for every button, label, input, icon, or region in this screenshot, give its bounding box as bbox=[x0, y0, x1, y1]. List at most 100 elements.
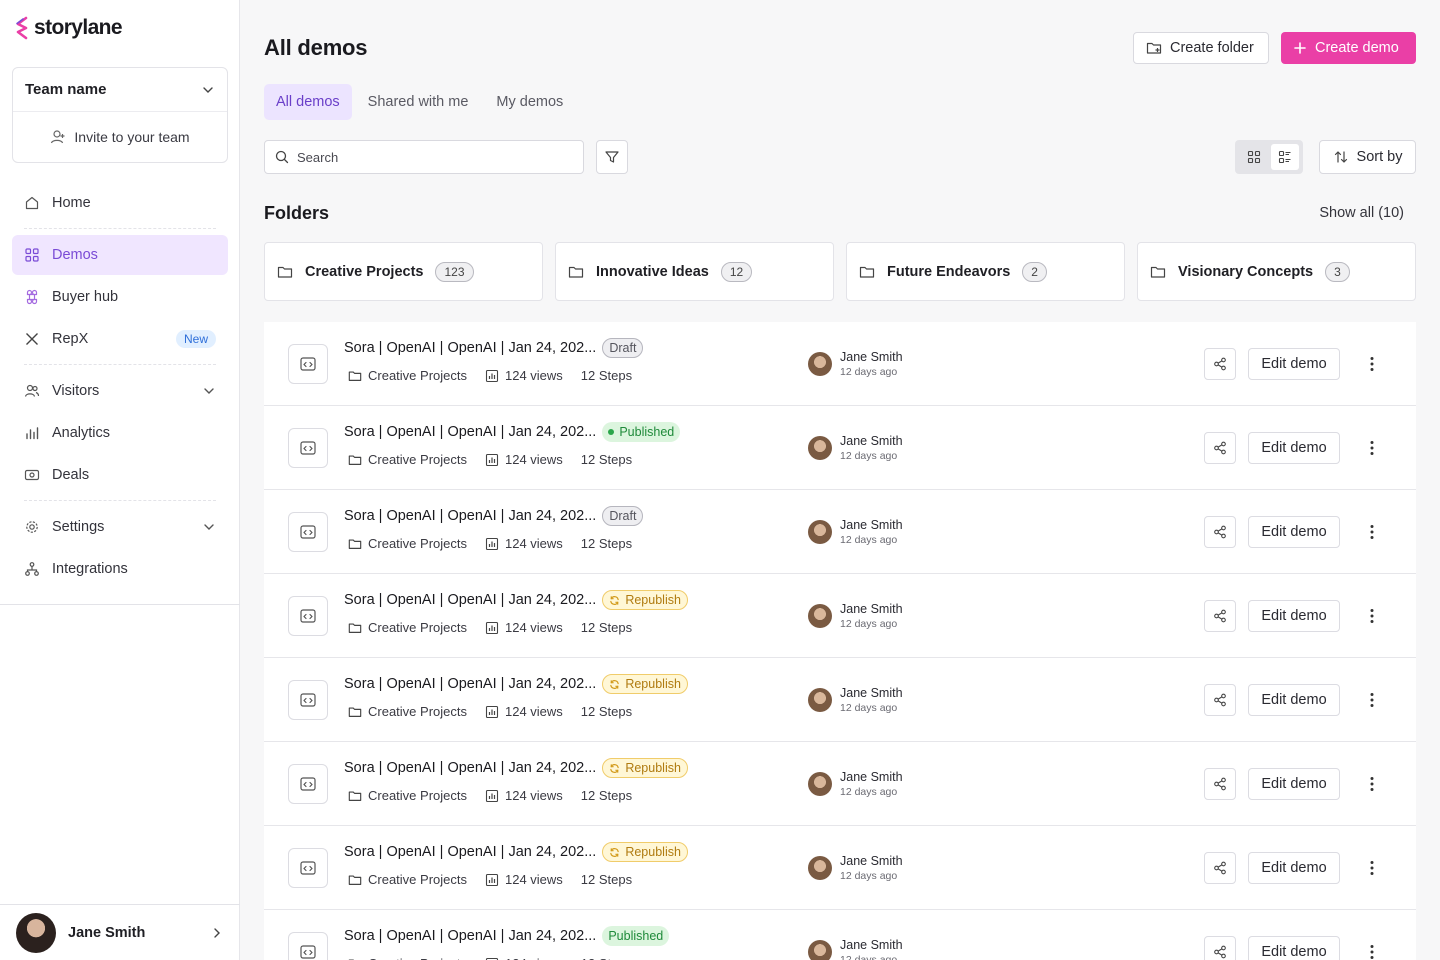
share-icon bbox=[1214, 525, 1226, 539]
demo-title[interactable]: Sora | OpenAI | OpenAI | Jan 24, 202... bbox=[344, 676, 596, 692]
sidebar-item-visitors[interactable]: Visitors bbox=[12, 371, 228, 411]
share-button[interactable] bbox=[1204, 348, 1236, 380]
demo-thumbnail[interactable] bbox=[288, 932, 328, 960]
demo-title[interactable]: Sora | OpenAI | OpenAI | Jan 24, 202... bbox=[344, 340, 596, 356]
avatar bbox=[808, 352, 832, 376]
sidebar-item-settings[interactable]: Settings bbox=[12, 507, 228, 547]
demo-title[interactable]: Sora | OpenAI | OpenAI | Jan 24, 202... bbox=[344, 928, 596, 944]
edit-demo-button[interactable]: Edit demo bbox=[1248, 936, 1340, 960]
demo-row[interactable]: Sora | OpenAI | OpenAI | Jan 24, 202... … bbox=[264, 322, 1416, 406]
folder-icon bbox=[277, 266, 293, 278]
more-options-button[interactable] bbox=[1360, 940, 1384, 960]
more-options-button[interactable] bbox=[1360, 688, 1384, 712]
demo-row[interactable]: Sora | OpenAI | OpenAI | Jan 24, 202... … bbox=[264, 742, 1416, 826]
folder-card[interactable]: Innovative Ideas 12 bbox=[555, 242, 834, 301]
edit-demo-button[interactable]: Edit demo bbox=[1248, 348, 1340, 380]
demo-title[interactable]: Sora | OpenAI | OpenAI | Jan 24, 202... bbox=[344, 424, 596, 440]
demo-row[interactable]: Sora | OpenAI | OpenAI | Jan 24, 202... … bbox=[264, 490, 1416, 574]
create-folder-button[interactable]: Create folder bbox=[1133, 32, 1269, 64]
tab-shared-with-me[interactable]: Shared with me bbox=[356, 84, 481, 120]
user-name: Jane Smith bbox=[68, 924, 146, 941]
team-selector[interactable]: Team name bbox=[13, 68, 227, 112]
demo-thumbnail[interactable] bbox=[288, 428, 328, 468]
more-options-button[interactable] bbox=[1360, 520, 1384, 544]
sidebar-item-buyer-hub[interactable]: Buyer hub bbox=[12, 277, 228, 317]
share-button[interactable] bbox=[1204, 852, 1236, 884]
folder-icon bbox=[348, 874, 362, 885]
more-options-button[interactable] bbox=[1360, 856, 1384, 880]
demo-views: 124 views bbox=[485, 620, 563, 635]
folder-name: Creative Projects bbox=[305, 263, 424, 280]
demo-thumbnail[interactable] bbox=[288, 344, 328, 384]
demo-row[interactable]: Sora | OpenAI | OpenAI | Jan 24, 202... … bbox=[264, 826, 1416, 910]
grid-view-button[interactable] bbox=[1240, 144, 1268, 170]
demo-row[interactable]: Sora | OpenAI | OpenAI | Jan 24, 202... … bbox=[264, 910, 1416, 960]
show-all-folders-link[interactable]: Show all (10) bbox=[1319, 205, 1404, 221]
sidebar-item-repx[interactable]: RepX New bbox=[12, 319, 228, 359]
folder-card[interactable]: Creative Projects 123 bbox=[264, 242, 543, 301]
folder-icon bbox=[348, 370, 362, 381]
sidebar-item-label: Settings bbox=[52, 519, 105, 535]
sidebar-item-demos[interactable]: Demos bbox=[12, 235, 228, 275]
chevron-down-icon bbox=[203, 86, 213, 93]
more-options-button[interactable] bbox=[1360, 352, 1384, 376]
avatar bbox=[808, 688, 832, 712]
folder-name: Future Endeavors bbox=[887, 263, 1011, 280]
status-badge: Published bbox=[602, 926, 670, 946]
bar-chart-icon bbox=[485, 369, 499, 382]
avatar bbox=[808, 772, 832, 796]
filter-button[interactable] bbox=[596, 140, 628, 174]
share-button[interactable] bbox=[1204, 600, 1236, 632]
share-button[interactable] bbox=[1204, 768, 1236, 800]
demo-title-line: Sora | OpenAI | OpenAI | Jan 24, 202... … bbox=[344, 506, 644, 526]
tab-all-demos[interactable]: All demos bbox=[264, 84, 352, 120]
demo-row[interactable]: Sora | OpenAI | OpenAI | Jan 24, 202... … bbox=[264, 406, 1416, 490]
folder-card[interactable]: Future Endeavors 2 bbox=[846, 242, 1125, 301]
demo-thumbnail[interactable] bbox=[288, 764, 328, 804]
more-options-button[interactable] bbox=[1360, 604, 1384, 628]
sidebar-item-deals[interactable]: Deals bbox=[12, 455, 228, 495]
demo-views: 124 views bbox=[485, 788, 563, 803]
demo-row[interactable]: Sora | OpenAI | OpenAI | Jan 24, 202... … bbox=[264, 574, 1416, 658]
share-button[interactable] bbox=[1204, 936, 1236, 960]
folder-card[interactable]: Visionary Concepts 3 bbox=[1137, 242, 1416, 301]
edit-demo-button[interactable]: Edit demo bbox=[1248, 684, 1340, 716]
edit-demo-button[interactable]: Edit demo bbox=[1248, 768, 1340, 800]
demo-steps: 12 Steps bbox=[581, 956, 632, 960]
more-options-button[interactable] bbox=[1360, 436, 1384, 460]
demo-thumbnail[interactable] bbox=[288, 596, 328, 636]
edit-demo-button[interactable]: Edit demo bbox=[1248, 516, 1340, 548]
divider bbox=[0, 604, 240, 605]
share-button[interactable] bbox=[1204, 432, 1236, 464]
users-icon bbox=[24, 384, 40, 397]
main-content: All demos Create folder Create demo All … bbox=[240, 0, 1440, 960]
edit-demo-button[interactable]: Edit demo bbox=[1248, 600, 1340, 632]
edit-demo-button[interactable]: Edit demo bbox=[1248, 852, 1340, 884]
sort-button[interactable]: Sort by bbox=[1319, 140, 1416, 174]
more-options-button[interactable] bbox=[1360, 772, 1384, 796]
demo-row[interactable]: Sora | OpenAI | OpenAI | Jan 24, 202... … bbox=[264, 658, 1416, 742]
sidebar-item-home[interactable]: Home bbox=[12, 183, 228, 223]
sidebar-item-analytics[interactable]: Analytics bbox=[12, 413, 228, 453]
demo-thumbnail[interactable] bbox=[288, 512, 328, 552]
share-button[interactable] bbox=[1204, 684, 1236, 716]
owner-name: Jane Smith bbox=[840, 602, 903, 616]
create-demo-button[interactable]: Create demo bbox=[1281, 32, 1416, 64]
invite-team-button[interactable]: Invite to your team bbox=[13, 112, 227, 162]
storylane-logo[interactable]: storylane bbox=[15, 16, 123, 40]
tab-my-demos[interactable]: My demos bbox=[484, 84, 575, 120]
demo-title[interactable]: Sora | OpenAI | OpenAI | Jan 24, 202... bbox=[344, 592, 596, 608]
edit-demo-button[interactable]: Edit demo bbox=[1248, 432, 1340, 464]
demo-title[interactable]: Sora | OpenAI | OpenAI | Jan 24, 202... bbox=[344, 844, 596, 860]
demo-title[interactable]: Sora | OpenAI | OpenAI | Jan 24, 202... bbox=[344, 508, 596, 524]
sidebar-item-integrations[interactable]: Integrations bbox=[12, 549, 228, 589]
demo-thumbnail[interactable] bbox=[288, 848, 328, 888]
demo-meta: Creative Projects 124 views 12 Steps bbox=[348, 788, 632, 803]
demo-title[interactable]: Sora | OpenAI | OpenAI | Jan 24, 202... bbox=[344, 760, 596, 776]
user-menu[interactable]: Jane Smith bbox=[0, 904, 240, 960]
list-view-button[interactable] bbox=[1270, 144, 1299, 170]
bar-chart-icon bbox=[485, 453, 499, 466]
search-input[interactable] bbox=[297, 149, 573, 165]
demo-thumbnail[interactable] bbox=[288, 680, 328, 720]
share-button[interactable] bbox=[1204, 516, 1236, 548]
